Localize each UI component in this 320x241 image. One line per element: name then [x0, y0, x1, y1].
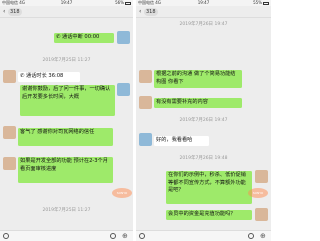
timestamp: 2019年7月26日 19:47 — [179, 22, 228, 27]
timestamp: 2019年7月25日 11:27 — [42, 58, 91, 63]
message-bubble[interactable]: 客气了 感谢你对司瓦网络的信任 — [18, 128, 113, 146]
avatar[interactable] — [139, 133, 152, 146]
avatar[interactable] — [255, 208, 268, 221]
plus-icon[interactable]: ⊕ — [122, 232, 128, 240]
message-bubble[interactable]: ✆ 通话中断 00:00 — [54, 33, 114, 43]
message-bubble[interactable]: 在你们的示例中，秒杀、低价促销等都不同宣传方式，不算额外功能是吧？ — [166, 171, 252, 204]
watermark-logo: SONYO — [112, 188, 132, 198]
avatar[interactable] — [117, 31, 130, 44]
timestamp: 2019年7月25日 11:27 — [42, 208, 91, 213]
watermark-logo: SONYO — [248, 188, 268, 198]
input-bar: ⊕ — [0, 230, 133, 241]
avatar[interactable] — [3, 126, 16, 139]
unread-badge[interactable]: 318 — [144, 8, 158, 16]
back-arrow-icon[interactable]: ‹ — [139, 8, 141, 16]
plus-icon[interactable]: ⊕ — [260, 232, 266, 240]
input-bar: ⊕ — [136, 230, 271, 241]
avatar[interactable] — [117, 83, 130, 96]
unread-badge[interactable]: 318 — [8, 8, 22, 16]
voice-icon[interactable] — [139, 233, 145, 239]
message-bubble[interactable]: 谢谢你鼓励，后了问一件事，一切确认后开发要多长时间，大概 — [20, 85, 115, 116]
emoji-icon[interactable] — [248, 233, 254, 239]
voice-icon[interactable] — [3, 233, 9, 239]
message-bubble[interactable]: 好的，我看看哈 — [154, 136, 209, 146]
avatar[interactable] — [3, 157, 16, 170]
avatar[interactable] — [139, 70, 152, 83]
message-bubble[interactable]: 根据之前的沟通 做了个简易功能结构图 你看下 — [154, 70, 242, 88]
timestamp: 2019年7月26日 19:48 — [179, 156, 228, 161]
left-chat-screen: 中国电信 4G 19:47 56% ‹ 318 ✆ 通话中断 00:00 201… — [0, 0, 133, 241]
right-chat-screen: 中国电信 4G 19:47 55% ‹ 318 2019年7月26日 19:47… — [136, 0, 271, 241]
avatar[interactable] — [3, 70, 16, 83]
avatar[interactable] — [139, 96, 152, 109]
message-bubble[interactable]: 会员中的资金是充值功能吗？ — [166, 210, 252, 220]
avatar[interactable] — [255, 170, 268, 183]
message-bubble[interactable]: 有没有需要补充的内容 — [154, 98, 242, 108]
chat-header: ‹ 318 — [136, 6, 271, 18]
message-bubble[interactable]: 如果是开发全部的功能 预计在2-3个月 看页面审核进度 — [18, 157, 113, 183]
timestamp: 2019年7月26日 19:47 — [179, 118, 228, 123]
chat-header: ‹ 318 — [0, 6, 133, 18]
back-arrow-icon[interactable]: ‹ — [3, 8, 5, 16]
emoji-icon[interactable] — [110, 233, 116, 239]
message-bubble[interactable]: ✆ 通话时长 36:08 — [18, 72, 80, 82]
